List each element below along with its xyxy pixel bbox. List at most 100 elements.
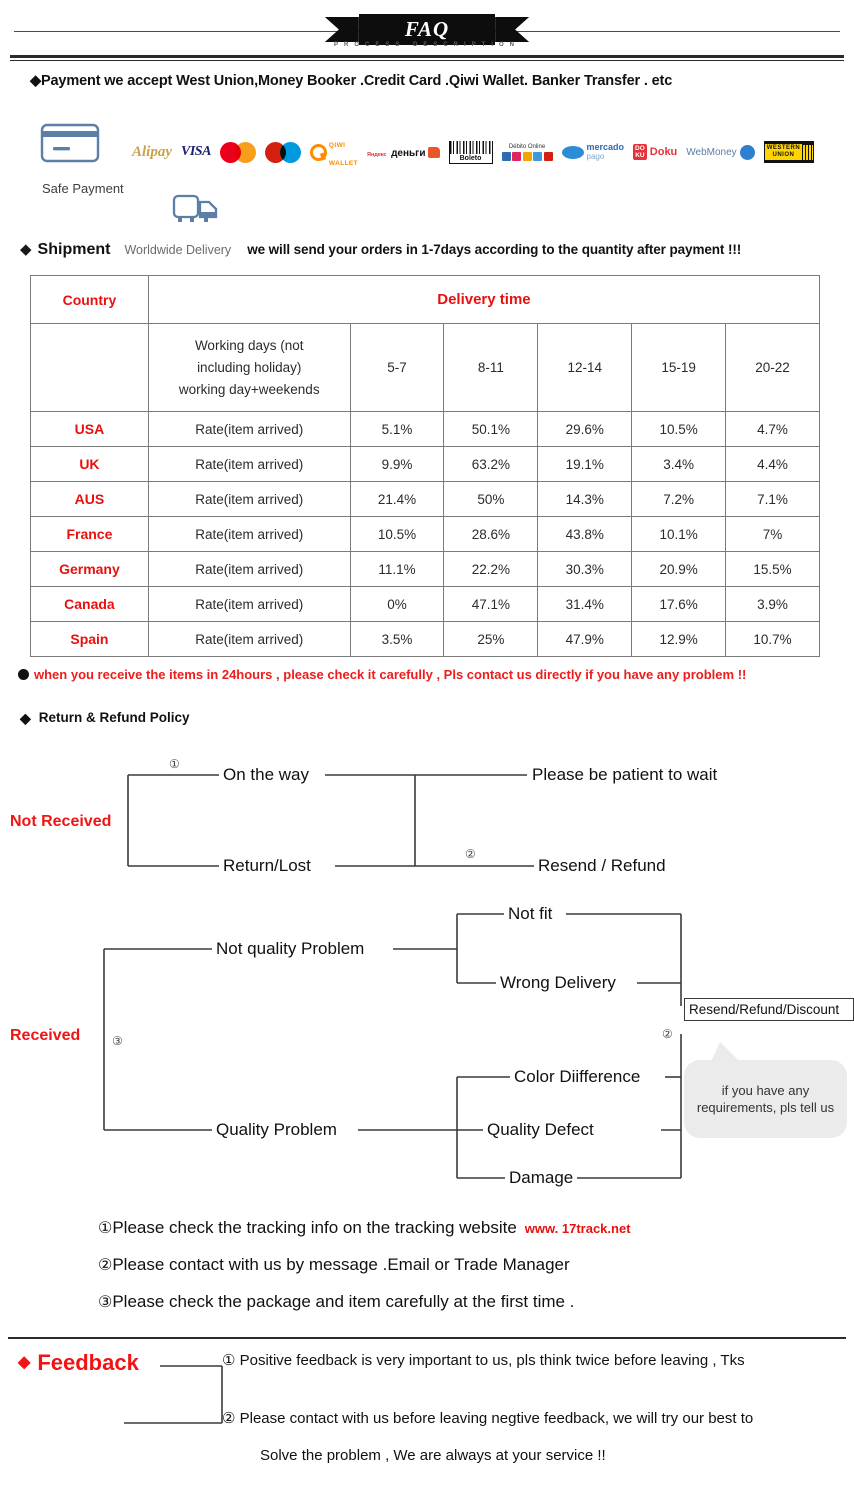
maestro-logo — [264, 141, 301, 163]
cell-value: 12.9% — [631, 621, 727, 657]
not-received-step-1: ① — [167, 757, 182, 771]
payment-logo-strip: Alipay VISA QIWI WALLET Яндекс деньги Bo… — [132, 138, 832, 167]
on-the-way-label: On the way — [219, 765, 313, 785]
resend-refund-label: Resend / Refund — [534, 856, 670, 876]
cell-rate-label: Rate(item arrived) — [147, 621, 351, 657]
cell-value: 63.2% — [443, 446, 539, 482]
return-refund-policy-title: ◆ Return & Refund Policy — [20, 710, 190, 725]
debito-label: Débito Online — [508, 143, 546, 150]
union-label: UNION — [772, 152, 795, 158]
shipment-title: Shipment — [37, 241, 111, 258]
banner-title: FAQ — [358, 14, 496, 45]
western-union-logo: WESTERN UNION — [763, 141, 815, 163]
feedback-divider — [8, 1337, 846, 1339]
cell-value: 20.9% — [631, 551, 727, 587]
qiwi-label-bottom: WALLET — [328, 160, 359, 167]
cell-value: 50.1% — [443, 411, 539, 447]
webmoney-logo: WebMoney — [686, 141, 755, 163]
cell-value: 22.2% — [443, 551, 539, 587]
boleto-label: Boleto — [448, 153, 493, 164]
cell-value: 4.7% — [725, 411, 820, 447]
cell-value: 19.1% — [537, 446, 633, 482]
cell-value: 43.8% — [537, 516, 633, 552]
step-text: Please contact with us by message .Email… — [112, 1255, 570, 1274]
return-lost-label: Return/Lost — [219, 856, 315, 876]
cell-rate-label: Rate(item arrived) — [147, 481, 351, 517]
cell-value: 25% — [443, 621, 539, 657]
doku-logo: DO KU Doku — [633, 141, 677, 163]
table-row: Canada Rate(item arrived) 0% 47.1% 31.4% 17.6… — [30, 586, 820, 622]
western-union-bars-icon — [803, 144, 814, 160]
cell-value: 10.7% — [725, 621, 820, 657]
feedback-title: ◆ Feedback — [18, 1350, 139, 1376]
barcode-icon — [448, 140, 493, 154]
feedback-item-1: ① Positive feedback is very important to… — [222, 1352, 745, 1369]
cell-value: 15.5% — [725, 551, 820, 587]
cell-country: Canada — [30, 586, 149, 622]
requirements-speech-bubble: if you have any requirements, pls tell u… — [684, 1060, 847, 1138]
bubble-line-2: requirements, pls tell us — [696, 1100, 835, 1115]
cell-value: 0% — [349, 586, 445, 622]
please-be-patient-label: Please be patient to wait — [528, 765, 722, 785]
received-step-2: ② — [660, 1027, 675, 1041]
cell-value: 17.6% — [631, 586, 727, 622]
feedback-item-2-cont: Solve the problem , We are always at you… — [260, 1447, 606, 1464]
shipment-row: ◆ Shipment Worldwide Delivery we will se… — [20, 240, 741, 259]
cell-value: 11.1% — [349, 551, 445, 587]
received-step-3: ③ — [110, 1034, 125, 1048]
banner-rule-bottom-thick — [10, 55, 844, 58]
cell-value: 50% — [443, 481, 539, 517]
cell-rate-label: Rate(item arrived) — [147, 446, 351, 482]
feedback-item-2: ② Please contact with us before leaving … — [222, 1410, 754, 1427]
cell-value: 30.3% — [537, 551, 633, 587]
tracking-website-link[interactable]: www. 17track.net — [525, 1221, 631, 1236]
cell-value: 3.9% — [725, 586, 820, 622]
not-received-step-2: ② — [463, 847, 478, 861]
step-number: ② — [98, 1257, 113, 1274]
cell-value: 47.1% — [443, 586, 539, 622]
quality-defect-label: Quality Defect — [483, 1120, 598, 1140]
resend-refund-discount-box: Resend/Refund/Discount — [684, 998, 854, 1021]
subheader-working-days: Working days (not including holiday) worki… — [147, 323, 351, 412]
subheader-range-1: 8-11 — [443, 323, 539, 412]
subheader-range-3: 15-19 — [631, 323, 727, 412]
steps-list: ①Please check the tracking info on the t… — [98, 1218, 631, 1329]
cell-value: 9.9% — [349, 446, 445, 482]
dengi-label: деньги — [391, 148, 426, 159]
not-quality-problem-label: Not quality Problem — [212, 939, 369, 959]
diamond-bullet-icon: ◆ — [18, 1354, 31, 1371]
step-item: ②Please contact with us by message .Emai… — [98, 1255, 631, 1275]
cell-rate-label: Rate(item arrived) — [147, 551, 351, 587]
delivery-truck-icon — [172, 194, 218, 222]
cell-value: 28.6% — [443, 516, 539, 552]
cell-rate-label: Rate(item arrived) — [147, 411, 351, 447]
bubble-line-1: if you have any — [721, 1083, 810, 1098]
cell-country: AUS — [30, 481, 149, 517]
step-number: ① — [98, 1220, 113, 1237]
doku-label: Doku — [649, 146, 678, 158]
banner-subtitle: PROCESS DESCRIPTION — [333, 42, 520, 48]
damage-label: Damage — [505, 1168, 578, 1188]
subheader-range-2: 12-14 — [537, 323, 633, 412]
debito-online-logo: Débito Online — [501, 141, 553, 163]
color-difference-label: Color Diifference — [510, 1067, 645, 1087]
shipment-text: we will send your orders in 1-7days acco… — [247, 242, 742, 257]
step-text: Please check the package and item carefu… — [112, 1292, 575, 1311]
step-text: Please check the tracking info on the tr… — [112, 1218, 517, 1237]
step-item: ③Please check the package and item caref… — [98, 1292, 631, 1312]
ribbon-left-tail-icon — [324, 17, 359, 42]
table-subheader-row: Working days (not including holiday) worki… — [30, 323, 820, 412]
cell-country: France — [30, 516, 149, 552]
boleto-logo: Boleto — [448, 140, 493, 164]
feedback-spacer — [222, 1371, 753, 1408]
webmoney-globe-icon — [739, 144, 755, 160]
cell-country: Germany — [30, 551, 149, 587]
worldwide-delivery-label: Worldwide Delivery — [124, 243, 232, 257]
ribbon-right-tail-icon — [495, 17, 529, 42]
faq-banner: FAQ PROCESS DESCRIPTION — [0, 0, 854, 62]
cell-value: 7% — [725, 516, 820, 552]
mercado-pago-logo: mercado pago — [561, 141, 624, 163]
table-row: Germany Rate(item arrived) 11.1% 22.2% 30.3%… — [30, 551, 820, 587]
header-country: Country — [30, 275, 149, 324]
mastercard-logo — [219, 141, 256, 163]
